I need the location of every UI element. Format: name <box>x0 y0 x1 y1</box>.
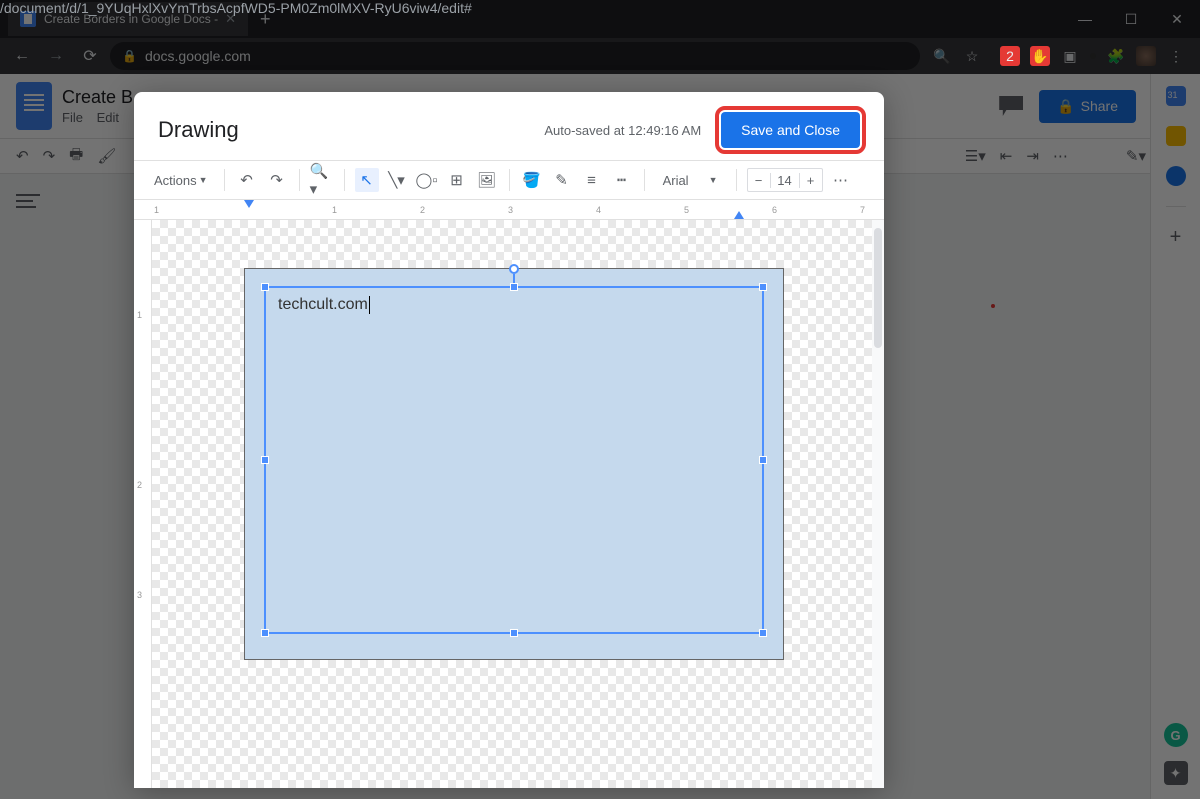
dialog-title: Drawing <box>158 117 239 143</box>
font-size-value[interactable]: 14 <box>770 173 800 188</box>
horizontal-ruler[interactable]: 1 1 2 3 4 5 6 7 <box>134 200 884 220</box>
drawing-toolbar: Actions▼ ↶ ↷ 🔍▾ ↖ ╲▾ ◯▫ ⊞ 🖼 🪣 ✎ ≡ ┅ Aria… <box>134 160 884 200</box>
resize-handle-tl[interactable] <box>261 283 269 291</box>
border-dash-icon[interactable]: ┅ <box>610 168 634 192</box>
rotate-handle[interactable] <box>509 264 519 274</box>
undo-icon[interactable]: ↶ <box>235 168 259 192</box>
more-tools-icon[interactable]: ⋯ <box>829 168 853 192</box>
textbox-selection[interactable]: techcult.com <box>264 286 764 634</box>
adblock-ext-icon[interactable]: ✋ <box>1030 46 1050 66</box>
decrease-size-button[interactable]: − <box>748 173 770 188</box>
border-color-icon[interactable]: ✎ <box>550 168 574 192</box>
resize-handle-br[interactable] <box>759 629 767 637</box>
save-and-close-button[interactable]: Save and Close <box>721 112 860 148</box>
url-text: docs.google.com/document/d/1_9YUqHxlXvYm… <box>145 48 251 64</box>
textbox-tool-icon[interactable]: ⊞ <box>445 168 469 192</box>
image-tool-icon[interactable]: 🖼 <box>475 168 499 192</box>
resize-handle-bl[interactable] <box>261 629 269 637</box>
actions-menu[interactable]: Actions▼ <box>148 169 214 192</box>
zoom-icon[interactable]: 🔍▾ <box>310 168 334 192</box>
resize-handle-tr[interactable] <box>759 283 767 291</box>
textbox-content[interactable]: techcult.com <box>266 288 762 322</box>
resize-handle-ml[interactable] <box>261 456 269 464</box>
font-selector[interactable]: Arial▼ <box>655 169 726 192</box>
todoist-ext-icon[interactable]: 2 <box>1000 46 1020 66</box>
select-tool-icon[interactable]: ↖ <box>355 168 379 192</box>
browser-toolbar: ← → ⟳ 🔒 docs.google.com/document/d/1_9YU… <box>0 38 1200 74</box>
canvas-scrollbar[interactable] <box>874 228 882 348</box>
text-cursor <box>369 296 370 314</box>
drawing-canvas[interactable]: techcult.com <box>152 220 872 788</box>
redo-icon[interactable]: ↷ <box>265 168 289 192</box>
address-bar[interactable]: 🔒 docs.google.com/document/d/1_9YUqHxlXv… <box>110 42 920 70</box>
resize-handle-tm[interactable] <box>510 283 518 291</box>
drawing-dialog: Drawing Auto-saved at 12:49:16 AM Save a… <box>134 92 884 788</box>
font-size-stepper[interactable]: − 14 + <box>747 168 823 192</box>
dialog-header: Drawing Auto-saved at 12:49:16 AM Save a… <box>134 92 884 160</box>
shape-tool-icon[interactable]: ◯▫ <box>415 168 439 192</box>
resize-handle-mr[interactable] <box>759 456 767 464</box>
line-tool-icon[interactable]: ╲▾ <box>385 168 409 192</box>
increase-size-button[interactable]: + <box>800 173 822 188</box>
resize-handle-bm[interactable] <box>510 629 518 637</box>
vertical-ruler[interactable]: 1 2 3 <box>134 220 152 788</box>
border-weight-icon[interactable]: ≡ <box>580 168 604 192</box>
drawing-canvas-area: 1 2 3 techcult.com <box>134 220 884 788</box>
autosave-status: Auto-saved at 12:49:16 AM <box>544 123 701 138</box>
fill-color-icon[interactable]: 🪣 <box>520 168 544 192</box>
